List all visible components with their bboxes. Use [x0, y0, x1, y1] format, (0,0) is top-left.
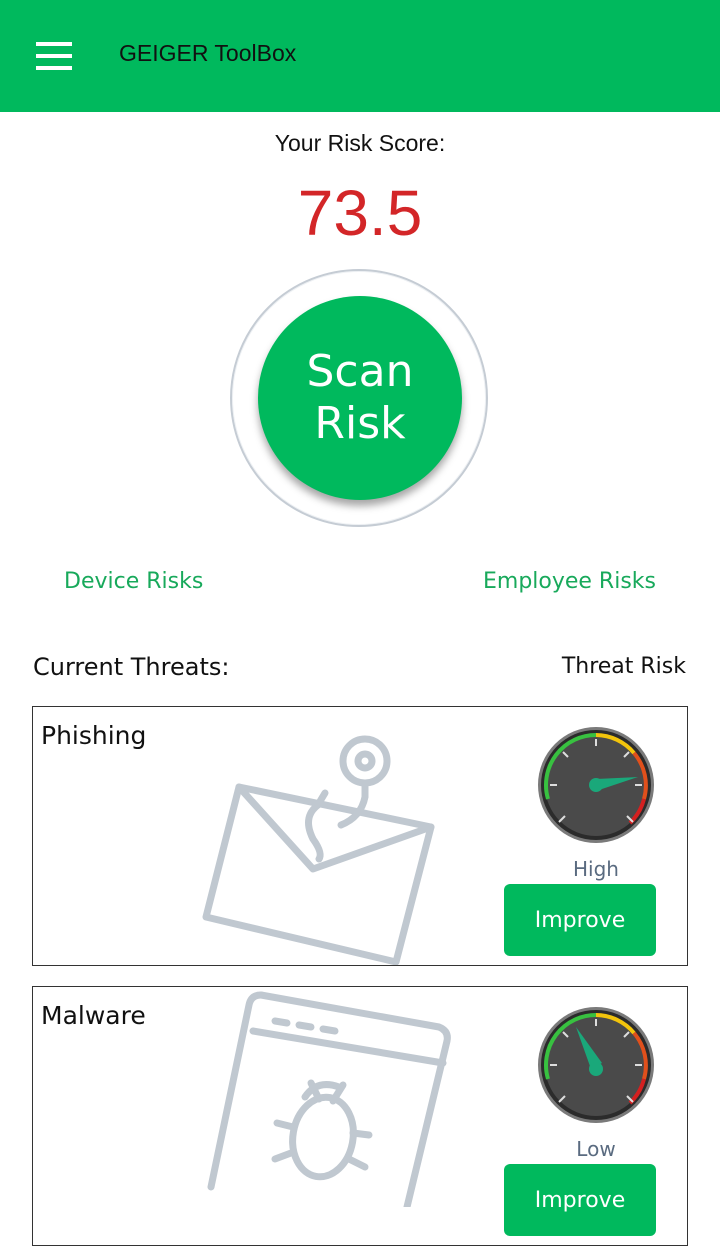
scan-button-line1: Scan	[306, 346, 414, 397]
threat-card-malware[interactable]: Malware Low Improve	[32, 986, 688, 1246]
improve-button[interactable]: Improve	[504, 1164, 656, 1236]
app-title: GEIGER ToolBox	[119, 40, 297, 66]
threat-name: Phishing	[41, 721, 147, 750]
hamburger-menu-icon[interactable]	[30, 36, 78, 76]
app-bar: GEIGER ToolBox	[0, 0, 720, 112]
employee-risks-link[interactable]: Employee Risks	[483, 569, 656, 594]
malware-bug-icon	[207, 991, 451, 1207]
threat-level-label: High	[573, 857, 619, 881]
phishing-envelope-hook-icon	[202, 735, 435, 965]
improve-button[interactable]: Improve	[504, 884, 656, 956]
current-threats-heading: Current Threats:	[33, 653, 230, 681]
threat-name: Malware	[41, 1001, 146, 1030]
risk-score-value: 73.5	[297, 177, 423, 249]
threat-risk-heading: Threat Risk	[561, 654, 686, 679]
threat-level-label: Low	[576, 1137, 616, 1161]
risk-score-label: Your Risk Score:	[274, 130, 446, 156]
scan-risk-button[interactable]: Scan Risk	[258, 296, 462, 500]
risk-gauge-icon	[538, 1007, 654, 1123]
risk-gauge-icon	[538, 727, 654, 843]
scan-button-line2: Risk	[314, 398, 406, 449]
device-risks-link[interactable]: Device Risks	[64, 569, 203, 594]
threat-card-phishing[interactable]: Phishing High Improve	[32, 706, 688, 966]
